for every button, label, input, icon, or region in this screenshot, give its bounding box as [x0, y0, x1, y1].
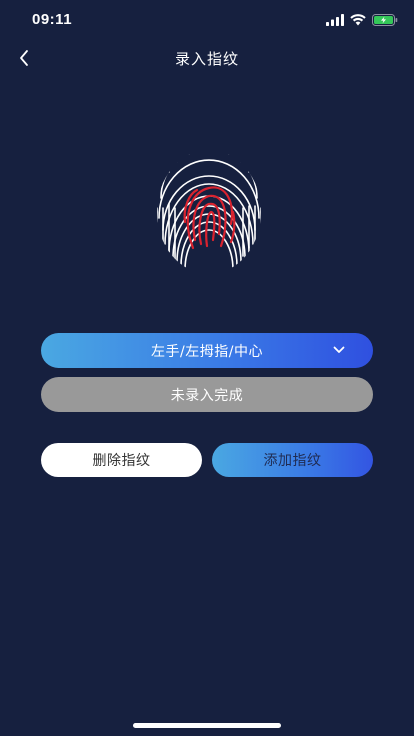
fingerprint-icon: [155, 148, 263, 276]
enroll-status-label: 未录入完成: [170, 387, 244, 404]
finger-select-label: 左手/左拇指/中心: [151, 343, 263, 360]
chevron-down-icon: [333, 346, 345, 353]
status-time: 09:11: [32, 11, 73, 28]
add-fingerprint-button[interactable]: 添加指纹: [212, 443, 373, 477]
status-bar: 09:11: [0, 0, 414, 40]
page-title: 录入指纹: [174, 50, 239, 68]
delete-fingerprint-button[interactable]: 删除指纹: [41, 443, 202, 477]
signal-icon: [326, 14, 344, 26]
nav-bar: 录入指纹: [0, 40, 414, 76]
finger-select-dropdown[interactable]: 左手/左拇指/中心: [41, 333, 373, 368]
wifi-icon: [350, 14, 366, 26]
battery-charging-icon: [372, 14, 398, 26]
home-indicator[interactable]: [133, 723, 281, 728]
enroll-status-badge: 未录入完成: [41, 377, 373, 412]
status-icons: [326, 12, 398, 28]
